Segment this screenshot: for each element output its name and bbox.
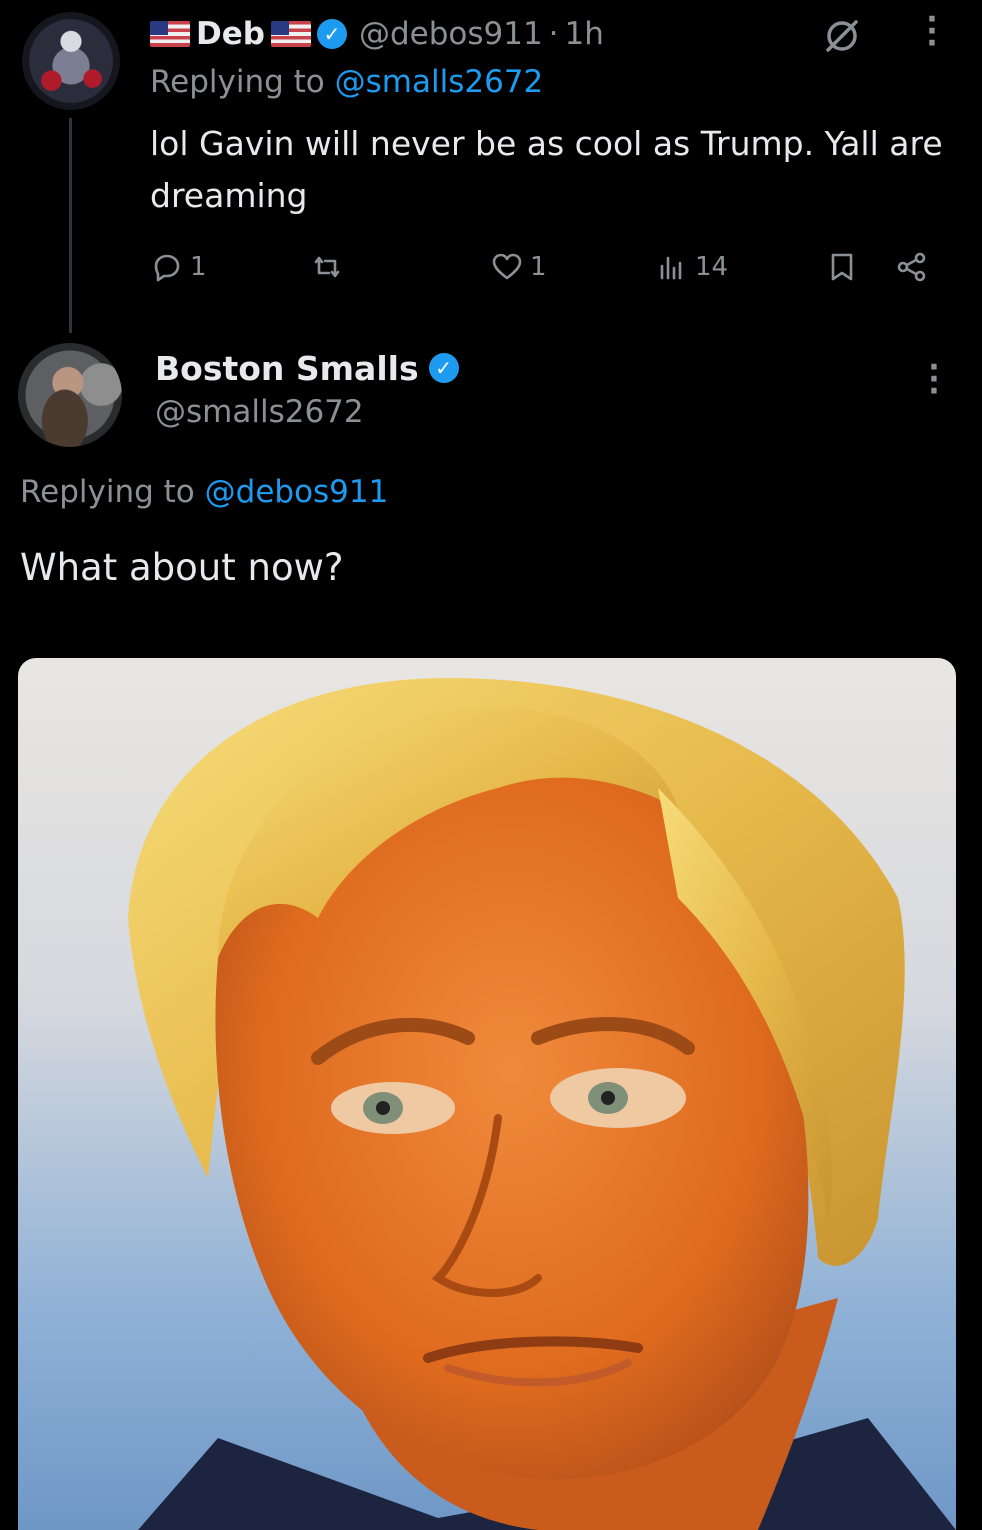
replying-to-line: Replying to @smalls2672 (150, 64, 543, 100)
edited-portrait-image (128, 678, 956, 1530)
repost-icon (314, 256, 340, 278)
bookmark-icon (831, 253, 853, 281)
reply-count: 1 (190, 252, 207, 282)
like-button[interactable]: 1 (490, 244, 547, 290)
us-flag-icon (270, 21, 311, 47)
thread-connector-line (69, 118, 72, 333)
us-flag-icon (150, 21, 190, 47)
verified-badge-icon[interactable]: ✓ (428, 353, 459, 383)
views-count: 14 (695, 252, 729, 282)
reply-icon (154, 254, 180, 282)
more-options-icon[interactable]: · · · (922, 5, 942, 59)
grok-icon[interactable] (822, 16, 862, 56)
reply-tweet-deb[interactable]: Deb ✓ @debos911 · 1h · · · Replying to @sm… (0, 0, 982, 333)
tweet-text: What about now? (20, 546, 344, 589)
repost-button[interactable] (310, 244, 350, 290)
tweet-header: Deb ✓ @debos911 · 1h (150, 12, 604, 56)
display-name[interactable]: Boston Smalls (155, 349, 419, 388)
verified-badge-icon[interactable]: ✓ (316, 19, 347, 49)
tweet-media-image[interactable] (18, 658, 956, 1530)
avatar[interactable] (22, 12, 120, 110)
replying-to-line: Replying to @debos911 (20, 474, 388, 510)
replying-to-handle[interactable]: @smalls2672 (335, 64, 544, 100)
views-button[interactable]: 14 (655, 244, 728, 290)
like-count: 1 (530, 252, 547, 282)
replying-to-label: Replying to (150, 64, 325, 100)
thread-view: Deb ✓ @debos911 · 1h · · · Replying to @sm… (0, 0, 982, 1530)
separator-dot: · (548, 16, 559, 52)
replying-to-handle[interactable]: @debos911 (205, 474, 389, 510)
user-handle[interactable]: @debos911 (359, 16, 543, 52)
display-name[interactable]: Deb (196, 16, 265, 52)
like-icon (492, 253, 522, 280)
tweet-text: lol Gavin will never be as cool as Trump… (150, 124, 943, 215)
tweet-header: Boston Smalls ✓ (155, 344, 459, 392)
more-options-icon[interactable]: · · · (924, 353, 944, 407)
replying-to-label: Replying to (20, 474, 195, 510)
user-handle[interactable]: @smalls2672 (155, 394, 364, 430)
share-icon (897, 252, 926, 282)
bookmark-button[interactable] (825, 244, 859, 290)
timestamp[interactable]: 1h (565, 16, 604, 52)
share-button[interactable] (895, 244, 929, 290)
views-icon (660, 256, 682, 280)
reply-button[interactable]: 1 (150, 244, 207, 290)
tweet-actions: 1 1 14 (150, 244, 950, 290)
avatar[interactable] (18, 343, 122, 447)
